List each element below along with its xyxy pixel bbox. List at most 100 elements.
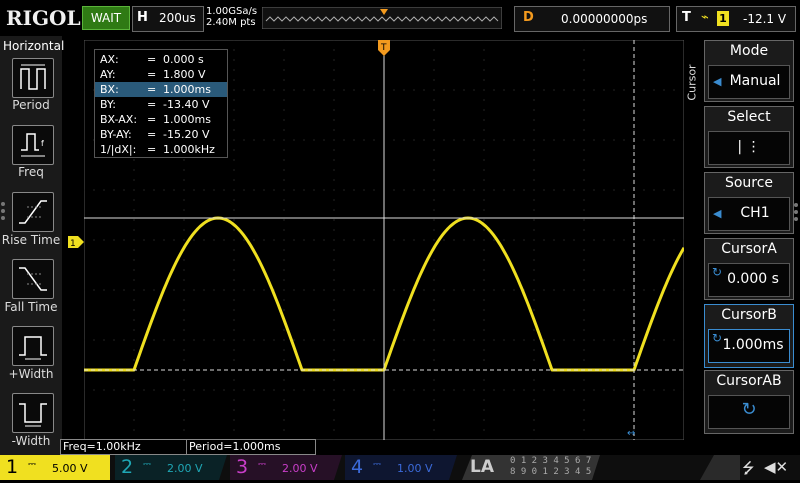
svg-text:f: f: [41, 139, 44, 148]
readout-eq: =: [147, 68, 157, 81]
dc-coupling-icon: ⎓: [373, 459, 381, 470]
readout-key: BY-AY:: [100, 128, 132, 141]
la-channels-row-1: 0 1 2 3 4 5 6 7: [510, 456, 592, 466]
channel-2-tab[interactable]: 2 ⎓ 2.00 V: [115, 455, 227, 480]
readout-value: 1.000kHz: [163, 143, 215, 156]
readout-eq: =: [147, 53, 157, 66]
positive-width-button[interactable]: [12, 326, 54, 366]
cursor-ab-title: CursorAB: [716, 373, 782, 389]
cursor-readout-panel: AX: = 0.000 s AY: = 1.800 V BX: = 1.000ms BY: = -13…: [94, 49, 228, 158]
frequency-button[interactable]: f: [12, 125, 54, 165]
cursor-readout-row: BY-AY: = -15.20 V: [95, 127, 227, 142]
cursor-b-title: CursorB: [721, 307, 777, 323]
delay-label: D: [523, 10, 534, 25]
readout-value: -13.40 V: [163, 98, 210, 111]
rise-time-button[interactable]: [12, 192, 54, 232]
dc-coupling-icon: ⎓: [258, 459, 266, 470]
cursor-a-softkey[interactable]: CursorA ↻ 0.000 s: [704, 238, 794, 300]
run-status-badge[interactable]: WAIT: [82, 6, 130, 30]
source-title: Source: [724, 175, 774, 191]
mode-value: Manual: [729, 73, 781, 89]
brand-logo: RIGOL: [6, 6, 81, 30]
sample-rate: 1.00GSa/s: [206, 6, 258, 17]
channel-3-tab[interactable]: 3 ⎓ 2.00 V: [230, 455, 342, 480]
readout-key: 1/|dX|:: [100, 143, 137, 156]
channel-1-tab[interactable]: 1 ⎓ 5.00 V: [0, 455, 110, 480]
readout-eq: =: [147, 83, 157, 96]
cursor-readout-row: 1/|dX|: = 1.000kHz: [95, 142, 227, 157]
horizontal-label: H: [137, 10, 148, 25]
rise-time-icon: [19, 200, 47, 224]
cursor-readout-row: BY: = -13.40 V: [95, 97, 227, 112]
readout-key: BY:: [100, 98, 116, 111]
period-button[interactable]: [12, 58, 54, 98]
channel-2-scale: 2.00 V: [167, 462, 203, 475]
svg-text:T: T: [380, 43, 387, 53]
readout-value: 1.000ms: [163, 83, 211, 96]
measurement-bar: Freq=1.00kHz Period=1.000ms: [60, 439, 510, 455]
negative-width-button[interactable]: [12, 393, 54, 433]
cursor-readout-row: AX: = 0.000 s: [95, 52, 227, 67]
trigger-box[interactable]: T ⌁ 1 -12.1 V: [676, 6, 796, 32]
channel-4-tab[interactable]: 4 ⎓ 1.00 V: [345, 455, 457, 480]
fall-time-button[interactable]: [12, 259, 54, 299]
channel-status-bar: 1 ⎓ 5.00 V 2 ⎓ 2.00 V 3 ⎓ 2.00 V 4 ⎓ 1.0…: [0, 455, 800, 480]
timebase-value: 200us: [159, 11, 196, 25]
horizontal-timebase-box[interactable]: H 200us: [132, 6, 204, 32]
cursor-b-handle-icon[interactable]: ↔: [627, 429, 639, 439]
channel-2-number: 2: [121, 456, 134, 478]
delay-value: 0.00000000ps: [561, 12, 648, 26]
source-softkey[interactable]: Source ◀ CH1: [704, 172, 794, 234]
trigger-position-marker[interactable]: T: [378, 40, 390, 56]
fall-time-icon: [19, 267, 47, 291]
channel-1-number: 1: [6, 456, 19, 478]
readout-eq: =: [147, 128, 157, 141]
rotate-knob-icon: ↻: [741, 399, 757, 420]
mode-softkey[interactable]: Mode ◀ Manual: [704, 40, 794, 102]
cursor-readout-row: BX: = 1.000ms: [95, 82, 227, 97]
la-channels-row-2: 8 9 0 1 2 3 4 5: [510, 467, 592, 477]
negative-width-label: -Width: [11, 434, 51, 448]
select-value: | ⋮: [737, 139, 761, 155]
logic-analyzer-tab[interactable]: LA 0 1 2 3 4 5 6 7 8 9 0 1 2 3 4 5: [462, 455, 600, 480]
delay-box[interactable]: D 0.00000000ps: [514, 6, 670, 32]
cursor-b-softkey[interactable]: CursorB ↻ 1.000ms: [704, 304, 794, 368]
la-label: LA: [470, 457, 494, 477]
measurement-period[interactable]: Period=1.000ms: [186, 439, 316, 455]
select-title: Select: [727, 109, 771, 125]
readout-eq: =: [147, 113, 157, 126]
readout-value: 0.000 s: [163, 53, 204, 66]
memory-depth: 2.40M pts: [206, 17, 256, 28]
speaker-mute-icon[interactable]: ◀✕: [764, 458, 788, 476]
period-icon: [20, 64, 46, 90]
dc-coupling-icon: ⎓: [28, 459, 36, 470]
positive-width-icon: [19, 336, 47, 360]
frequency-icon: f: [21, 133, 45, 157]
sample-rate-info: 1.00GSa/s 2.40M pts: [206, 6, 257, 28]
ch1-level-marker[interactable]: 1: [68, 233, 84, 249]
dc-coupling-icon: ⎓: [143, 459, 151, 470]
channel-4-number: 4: [351, 456, 364, 478]
scroll-dots-right: [794, 203, 798, 224]
frequency-label: Freq: [18, 165, 44, 179]
channel-3-scale: 2.00 V: [282, 462, 318, 475]
measurement-frequency[interactable]: Freq=1.00kHz: [60, 439, 188, 455]
svg-text:1: 1: [70, 239, 76, 248]
readout-key: AX:: [100, 53, 119, 66]
memory-overview-bar[interactable]: [261, 6, 503, 30]
readout-value: 1.800 V: [163, 68, 206, 81]
trigger-label: T: [682, 10, 691, 25]
usb-icon: ⭍: [742, 459, 755, 477]
scroll-dots-left: [1, 202, 5, 223]
cursor-ab-softkey[interactable]: CursorAB ↻: [704, 370, 794, 434]
left-panel-title: Horizontal: [3, 39, 65, 53]
select-softkey[interactable]: Select | ⋮: [704, 106, 794, 168]
rising-edge-icon: ⌁: [701, 10, 709, 25]
rise-time-label: Rise Time: [1, 233, 61, 247]
cursor-a-title: CursorA: [721, 241, 777, 257]
cursor-b-value: 1.000ms: [722, 337, 784, 353]
readout-key: BX:: [100, 83, 119, 96]
cursor-menu-tab: Cursor: [685, 64, 699, 101]
horizontal-measure-panel: Horizontal Period f Freq Rise Time Fall …: [0, 36, 65, 456]
negative-width-icon: [19, 403, 47, 427]
